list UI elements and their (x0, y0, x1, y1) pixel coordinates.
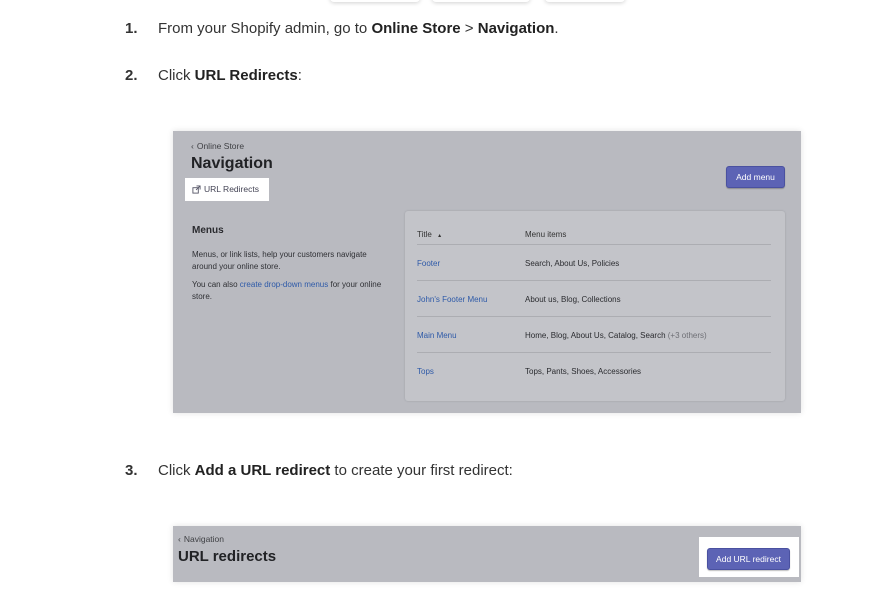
step-number: 3. (125, 462, 138, 479)
step-text-bold: Online Store (371, 20, 461, 37)
menu-items-text: Search, About Us, Policies (525, 259, 620, 268)
url-redirects-screenshot: ‹ Navigation URL redirects Add URL redire… (173, 526, 801, 582)
breadcrumb[interactable]: ‹ Online Store (191, 141, 244, 151)
url-redirects-label: URL Redirects (204, 184, 259, 194)
menus-description: Menus, or link lists, help your customer… (192, 250, 367, 271)
step-text-part: From your Shopify admin, go to (158, 20, 372, 37)
menu-items-cell: Tops, Pants, Shoes, Accessories (525, 367, 641, 376)
menu-title-link[interactable]: Main Menu (417, 331, 457, 340)
menu-items-cell: About us, Blog, Collections (525, 295, 621, 304)
menu-title-link[interactable]: John's Footer Menu (417, 295, 487, 304)
menu-title-link[interactable]: Footer (417, 259, 440, 268)
create-dropdown-menus-link[interactable]: create drop-down menus (240, 280, 329, 289)
step-text-part: Click (158, 462, 195, 479)
table-row[interactable]: Footer Search, About Us, Policies (417, 244, 771, 281)
page-title: URL redirects (178, 548, 277, 565)
menu-items-cell: Search, About Us, Policies (525, 259, 619, 268)
add-menu-button[interactable]: Add menu (726, 166, 785, 188)
step-text: Click URL Redirects: (158, 67, 302, 84)
step-text-bold: Add a URL redirect (194, 462, 331, 479)
step-text-part: Click (158, 67, 195, 84)
step-number: 2. (125, 67, 138, 84)
chevron-left-icon: ‹ (191, 141, 194, 151)
menu-items-text: Tops, Pants, Shoes, Accessories (525, 367, 642, 376)
menus-heading: Menus (192, 225, 224, 236)
step-text-bold: URL Redirects (194, 67, 298, 84)
column-header-items: Menu items (525, 230, 567, 239)
table-row[interactable]: Main Menu Home, Blog, About Us, Catalog,… (417, 316, 771, 353)
url-redirects-link[interactable]: URL Redirects (192, 184, 259, 194)
step-number: 1. (125, 20, 138, 37)
sort-icon: ▴ (438, 233, 442, 239)
breadcrumb-label: Navigation (183, 534, 225, 544)
top-decoration (432, 0, 530, 2)
menus-description-2: You can also create drop-down menus for … (192, 279, 382, 303)
table-row[interactable]: John's Footer Menu About us, Blog, Colle… (417, 280, 771, 317)
table-row[interactable]: Tops Tops, Pants, Shoes, Accessories (417, 352, 771, 389)
menu-items-text: About us, Blog, Collections (525, 295, 621, 304)
step-text-part: : (297, 67, 302, 84)
chevron-left-icon: ‹ (178, 534, 181, 544)
step-text-part: > (460, 20, 478, 37)
step-text-part: . (554, 20, 559, 37)
desc-text: You can also (192, 280, 240, 289)
column-title-label: Title (417, 230, 432, 239)
menu-items-cell: Home, Blog, About Us, Catalog, Search (+… (525, 331, 707, 340)
add-url-redirect-button[interactable]: Add URL redirect (707, 548, 790, 570)
external-link-icon (192, 184, 201, 194)
menu-title-link[interactable]: Tops (417, 367, 434, 376)
navigation-screenshot: ‹ Online Store Navigation Add menu URL Re… (173, 131, 801, 413)
step-text-bold: Navigation (477, 20, 555, 37)
step-text: Click Add a URL redirect to create your … (158, 462, 513, 479)
top-decoration (545, 0, 625, 2)
menu-items-extra: (+3 others) (667, 331, 707, 340)
menu-items-text: Home, Blog, About Us, Catalog, Search (525, 331, 666, 340)
menus-table-card: Title ▴ Menu items Footer Search, About … (405, 211, 785, 401)
top-decoration (330, 0, 420, 2)
breadcrumb[interactable]: ‹ Navigation (178, 534, 224, 544)
step-text-part: to create your first redirect: (330, 462, 513, 479)
step-text: From your Shopify admin, go to Online St… (158, 20, 559, 37)
page-title: Navigation (191, 155, 273, 172)
column-header-title[interactable]: Title ▴ (417, 230, 441, 239)
breadcrumb-label: Online Store (196, 141, 245, 151)
